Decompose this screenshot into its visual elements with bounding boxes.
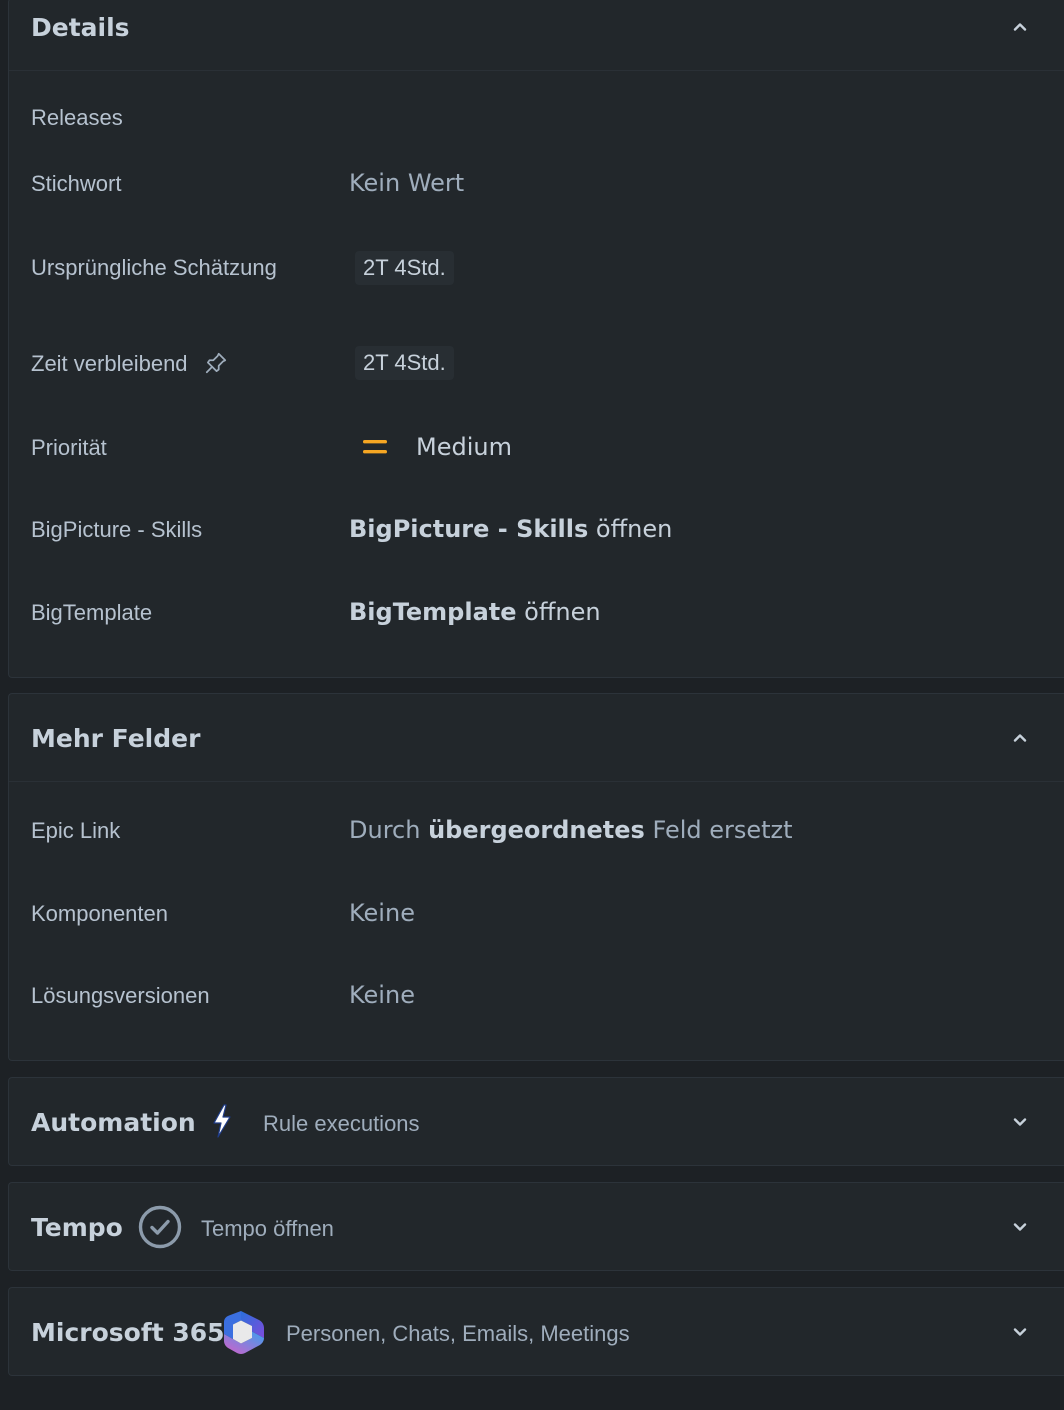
microsoft-365-subtitle: Personen, Chats, Emails, Meetings (286, 1321, 630, 1346)
bigtemplate-open-link[interactable]: BigTemplate öffnen (349, 598, 601, 626)
field-value-schaetzung[interactable]: 2T 4Std. (355, 251, 454, 285)
field-value-stichwort[interactable]: Kein Wert (349, 169, 464, 197)
more-fields-title: Mehr Felder (31, 724, 201, 753)
microsoft-365-header[interactable]: Microsoft 365 Personen, Chats, Emails, M… (9, 1288, 1064, 1375)
field-value-komponenten[interactable]: Keine (349, 899, 415, 927)
field-label-komponenten: Komponenten (31, 901, 168, 926)
check-circle-icon (137, 1204, 183, 1250)
pin-icon[interactable] (203, 350, 229, 376)
field-label-epic-link: Epic Link (31, 818, 121, 843)
microsoft-365-title: Microsoft 365 (31, 1318, 225, 1347)
epic-value-suffix: Feld ersetzt (644, 816, 793, 844)
field-value-prioritaet[interactable]: Medium (416, 433, 512, 461)
field-label-releases: Releases (31, 105, 123, 130)
chevron-down-icon[interactable] (1008, 1110, 1032, 1134)
tempo-title: Tempo (31, 1213, 123, 1242)
tempo-subtitle: Tempo öffnen (201, 1216, 334, 1241)
field-value-epic-link[interactable]: Durch übergeordnetes Feld ersetzt (349, 816, 793, 844)
bigpicture-open-link[interactable]: BigPicture - Skills öffnen (349, 515, 672, 543)
details-header[interactable]: Details (9, 0, 1064, 71)
field-value-loesungsversionen[interactable]: Keine (349, 981, 415, 1009)
chevron-up-icon[interactable] (1008, 15, 1032, 39)
priority-medium-icon (361, 433, 389, 461)
details-panel: Details Releases Stichwort Kein Wert Urs… (8, 0, 1064, 678)
chevron-down-icon[interactable] (1008, 1320, 1032, 1344)
lightning-bolt-icon (207, 1104, 237, 1138)
automation-header[interactable]: Automation Rule executions (9, 1078, 1064, 1165)
field-label-bigtemplate: BigTemplate (31, 600, 153, 625)
microsoft-365-logo (221, 1308, 267, 1356)
field-label-zeit: Zeit verbleibend (31, 351, 188, 376)
automation-subtitle: Rule executions (263, 1111, 420, 1136)
automation-title: Automation (31, 1108, 196, 1137)
field-label-bigpicture: BigPicture - Skills (31, 517, 203, 542)
epic-value-bold: übergeordnetes (428, 816, 645, 844)
more-fields-header[interactable]: Mehr Felder (9, 694, 1064, 782)
microsoft-365-panel[interactable]: Microsoft 365 Personen, Chats, Emails, M… (8, 1287, 1064, 1376)
bigtemplate-link-suffix: öffnen (516, 598, 601, 626)
bigpicture-link-name: BigPicture - Skills (349, 515, 589, 543)
epic-value-prefix: Durch (349, 816, 429, 844)
bigtemplate-link-name: BigTemplate (349, 598, 517, 626)
field-label-schaetzung: Ursprüngliche Schätzung (31, 255, 277, 280)
automation-panel[interactable]: Automation Rule executions (8, 1077, 1064, 1166)
field-label-loesungsversionen: Lösungsversionen (31, 983, 210, 1008)
details-title: Details (31, 13, 130, 42)
chevron-down-icon[interactable] (1008, 1215, 1032, 1239)
more-fields-panel: Mehr Felder Epic Link Durch übergeordnet… (8, 693, 1064, 1061)
tempo-header[interactable]: Tempo Tempo öffnen (9, 1183, 1064, 1270)
field-label-prioritaet: Priorität (31, 435, 107, 460)
bigpicture-link-suffix: öffnen (588, 515, 673, 543)
field-value-zeit[interactable]: 2T 4Std. (355, 346, 454, 380)
tempo-panel[interactable]: Tempo Tempo öffnen (8, 1182, 1064, 1271)
field-label-stichwort: Stichwort (31, 171, 122, 196)
chevron-up-icon[interactable] (1008, 726, 1032, 750)
